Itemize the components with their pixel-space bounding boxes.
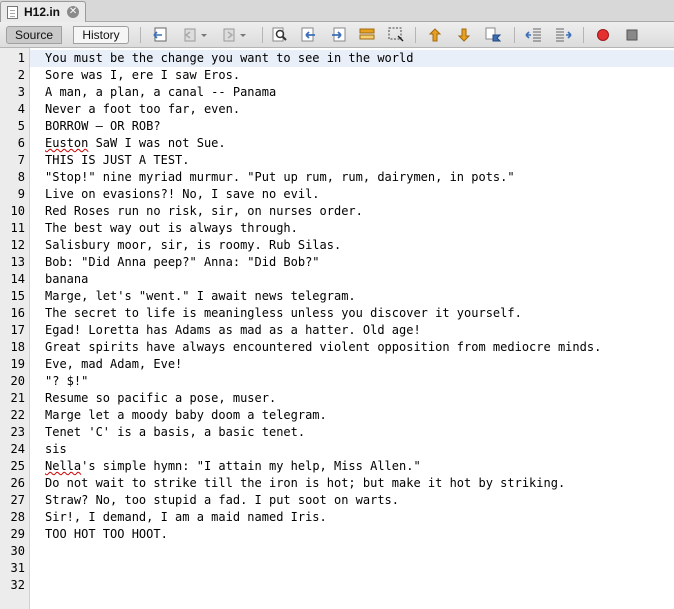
code-line: Sir!, I demand, I am a maid named Iris. [45, 510, 327, 524]
toolbar-separator [583, 27, 584, 43]
line-number: 7 [17, 153, 25, 167]
source-button[interactable]: Source [6, 26, 62, 44]
code-line: Egad! Loretta has Adams as mad as a hatt… [45, 323, 421, 337]
line-number: 32 [10, 578, 25, 592]
code-line: banana [45, 272, 89, 286]
line-number: 21 [10, 391, 25, 405]
line-number: 26 [10, 476, 25, 490]
toolbar-separator [514, 27, 515, 43]
back-to-last-edit-icon[interactable] [151, 26, 169, 44]
line-number: 22 [10, 408, 25, 422]
code-line: Nella's simple hymn: "I attain my help, … [45, 459, 421, 473]
shift-line-right-icon[interactable] [554, 26, 572, 44]
line-number: 14 [10, 272, 25, 286]
line-number: 17 [10, 323, 25, 337]
forward-dropdown-icon[interactable] [237, 26, 249, 44]
line-number: 12 [10, 238, 25, 252]
toolbar-separator [140, 27, 141, 43]
code-line: The best way out is always through. [45, 221, 298, 235]
find-icon[interactable] [271, 26, 289, 44]
code-line: Tenet 'C' is a basis, a basic tenet. [45, 425, 306, 439]
line-number: 19 [10, 357, 25, 371]
code-line: TOO HOT TOO HOOT. [45, 527, 168, 541]
code-line: Great spirits have always encountered vi… [45, 340, 602, 354]
find-previous-icon[interactable] [300, 26, 318, 44]
code-line: Sore was I, ere I saw Eros. [45, 68, 241, 82]
code-line: THIS IS JUST A TEST. [45, 153, 190, 167]
editor-tab-bar: H12.in ✕ [0, 0, 674, 22]
toggle-bookmark-icon[interactable] [484, 26, 502, 44]
code-line: Do not wait to strike till the iron is h… [45, 476, 566, 490]
tab-title: H12.in [24, 5, 61, 19]
toggle-rect-selection-icon[interactable] [387, 26, 405, 44]
history-button[interactable]: History [73, 26, 129, 44]
line-number: 9 [17, 187, 25, 201]
code-line: Marge let a moody baby doom a telegram. [45, 408, 327, 422]
code-line: Red Roses run no risk, sir, on nurses or… [45, 204, 363, 218]
code-line: Resume so pacific a pose, muser. [45, 391, 277, 405]
code-line: Straw? No, too stupid a fad. I put soot … [45, 493, 400, 507]
line-number: 20 [10, 374, 25, 388]
line-number: 29 [10, 527, 25, 541]
code-line: sis [45, 442, 67, 456]
line-number: 1 [17, 51, 25, 65]
code-line: A man, a plan, a canal -- Panama [45, 85, 277, 99]
toolbar-separator [415, 27, 416, 43]
start-macro-recording-icon[interactable] [594, 26, 612, 44]
code-line: Never a foot too far, even. [45, 102, 241, 116]
line-number: 30 [10, 544, 25, 558]
code-line: "Stop!" nine myriad murmur. "Put up rum,… [45, 170, 515, 184]
code-line: "? $!" [45, 374, 89, 388]
shift-line-left-icon[interactable] [525, 26, 543, 44]
toolbar-separator [262, 27, 263, 43]
line-number: 6 [17, 136, 25, 150]
line-number: 3 [17, 85, 25, 99]
code-line: You must be the change you want to see i… [45, 51, 414, 65]
line-number: 31 [10, 561, 25, 575]
previous-bookmark-icon[interactable] [426, 26, 444, 44]
line-number: 5 [17, 119, 25, 133]
line-number: 16 [10, 306, 25, 320]
line-number: 18 [10, 340, 25, 354]
toggle-highlight-icon[interactable] [358, 26, 376, 44]
code-line: BORROW – OR ROB? [45, 119, 161, 133]
code-line: Eve, mad Adam, Eve! [45, 357, 183, 371]
code-line: The secret to life is meaningless unless… [45, 306, 522, 320]
line-number: 24 [10, 442, 25, 456]
code-line: Salisbury moor, sir, is roomy. Rub Silas… [45, 238, 342, 252]
spelling-error-word[interactable]: Euston [45, 136, 88, 150]
line-number: 23 [10, 425, 25, 439]
editor-toolbar: Source History [0, 22, 674, 48]
line-number: 4 [17, 102, 25, 116]
line-number: 15 [10, 289, 25, 303]
back-dropdown-icon[interactable] [198, 26, 210, 44]
code-line: Euston SaW I was not Sue. [45, 136, 226, 150]
line-number: 10 [10, 204, 25, 218]
line-number: 8 [17, 170, 25, 184]
spelling-error-word[interactable]: Nella [45, 459, 81, 473]
line-number: 13 [10, 255, 25, 269]
code-line: Marge, let's "went." I await news telegr… [45, 289, 356, 303]
text-editor-area[interactable]: You must be the change you want to see i… [30, 48, 674, 609]
line-number: 28 [10, 510, 25, 524]
file-tab[interactable]: H12.in ✕ [0, 1, 86, 22]
line-number: 2 [17, 68, 25, 82]
stop-macro-recording-icon[interactable] [623, 26, 641, 44]
line-number-gutter: 1 2 3 4 5 6 7 8 9 10 11 12 13 14 15 16 17 18 19 20 21 22 23 24 2… [0, 48, 30, 609]
code-line: Bob: "Did Anna peep?" Anna: "Did Bob?" [45, 255, 320, 269]
close-tab-icon[interactable]: ✕ [67, 6, 80, 18]
code-line: Live on evasions?! No, I save no evil. [45, 187, 320, 201]
line-number: 25 [10, 459, 25, 473]
text-file-icon [7, 5, 18, 19]
line-number: 11 [10, 221, 25, 235]
next-bookmark-icon[interactable] [455, 26, 473, 44]
find-next-icon[interactable] [329, 26, 347, 44]
line-number: 27 [10, 493, 25, 507]
